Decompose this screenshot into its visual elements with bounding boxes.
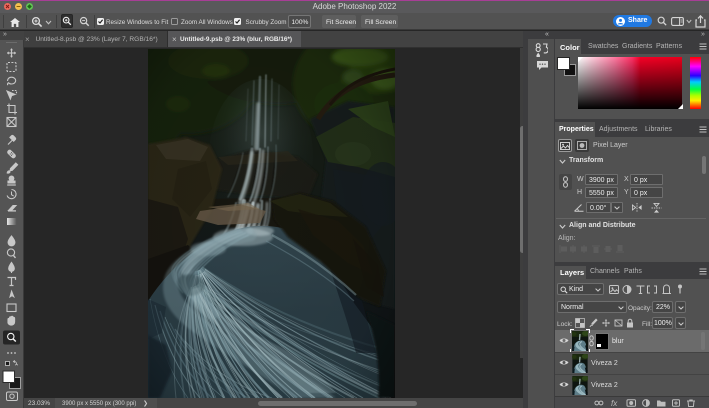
- svg-text:fx: fx: [611, 399, 618, 407]
